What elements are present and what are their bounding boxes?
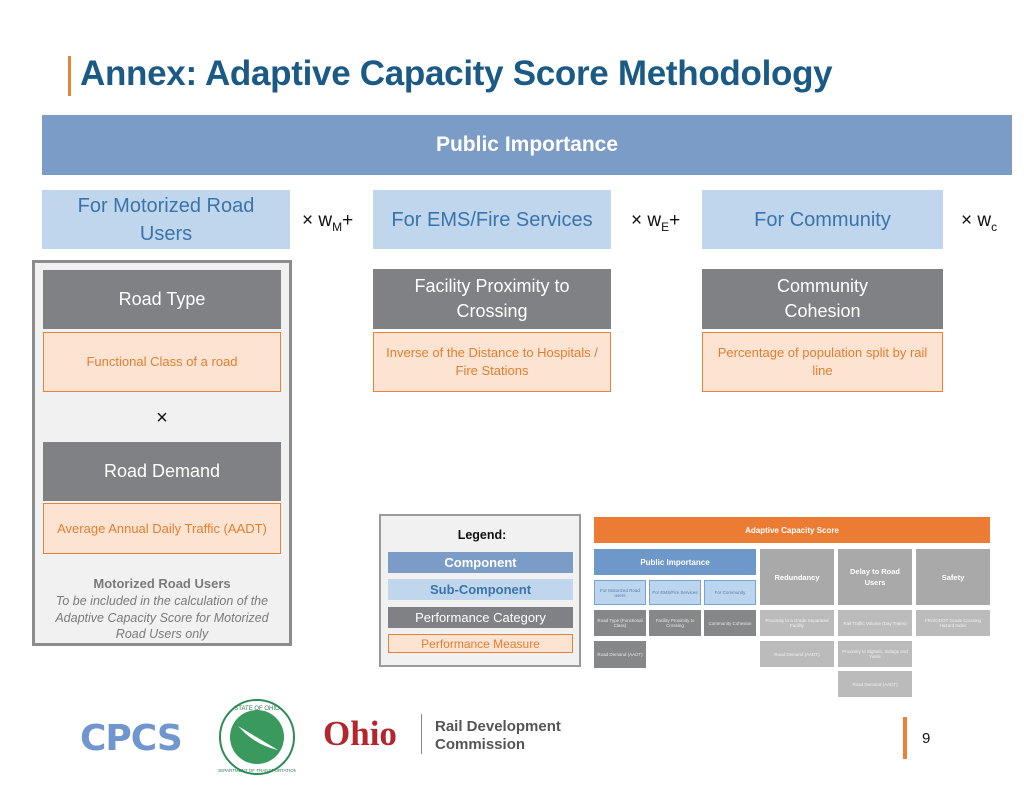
mini-sub-ems: For EMS/Fire Services xyxy=(649,580,701,605)
mini-measure-delay-aadt: Road Demand (AADT) xyxy=(838,671,912,697)
rail-line1: Rail Development xyxy=(435,718,561,735)
legend-performance-measure: Performance Measure xyxy=(388,634,573,653)
mini-score-header: Adaptive Capacity Score xyxy=(594,517,990,543)
legend-component: Component xyxy=(388,552,573,573)
category-road-type: Road Type xyxy=(43,270,281,329)
multiply-operator: × xyxy=(156,407,168,429)
component-public-importance: Public Importance xyxy=(42,115,1012,175)
logo-divider xyxy=(421,714,422,754)
subcomponent-community: For Community xyxy=(702,190,943,249)
rail-line2: Commission xyxy=(435,736,526,753)
mini-measure-redundancy-aadt: Road Demand (AADT) xyxy=(760,641,834,667)
mini-cat-facility: Facility Proximity to Crossing xyxy=(649,610,701,636)
legend-performance-category: Performance Category xyxy=(388,607,573,628)
measure-aadt: Average Annual Daily Traffic (AADT) xyxy=(43,503,281,554)
rail-commission-logo: Rail Development Commission xyxy=(435,718,561,754)
subcomponent-ems: For EMS/Fire Services xyxy=(373,190,611,249)
mini-redundancy: Redundancy xyxy=(760,549,834,605)
mini-sub-community: For Community xyxy=(704,580,756,605)
page-number-bar xyxy=(903,717,907,759)
weight-ems: × wE+ xyxy=(631,210,681,234)
category-facility-proximity: Facility Proximity to Crossing xyxy=(373,269,611,329)
category-road-demand: Road Demand xyxy=(43,442,281,501)
ohio-logo-text: Ohio xyxy=(323,714,397,753)
weight-community: × wc xyxy=(961,210,998,234)
weight-motorized: × wM+ xyxy=(302,210,354,234)
mini-measure-grade-separated: Proximity to a Grade Separated Facility xyxy=(760,610,834,636)
mini-safety: Safety xyxy=(916,549,990,605)
category-community-cohesion: Community Cohesion xyxy=(702,269,943,329)
note-body: To be included in the calculation of the… xyxy=(55,594,269,641)
odot-seal-logo: STATE OF OHIO DEPARTMENT OF TRANSPORTATI… xyxy=(217,698,297,776)
mini-public-importance: Public Importance xyxy=(594,549,756,575)
odot-ring-bottom: DEPARTMENT OF TRANSPORTATION xyxy=(218,768,296,773)
note-title: Motorized Road Users xyxy=(93,576,231,591)
mini-measure-rail-traffic: Rail Traffic Volume (Day Trains) xyxy=(838,610,912,636)
odot-ring-top: STATE OF OHIO xyxy=(234,706,280,712)
page-number: 9 xyxy=(922,730,931,747)
measure-distance-hospitals: Inverse of the Distance to Hospitals / F… xyxy=(373,332,611,392)
mini-cat-road-demand: Road Demand (AADT) xyxy=(594,641,646,668)
legend-title: Legend: xyxy=(457,528,507,542)
mini-delay: Delay to Road Users xyxy=(838,549,912,605)
title-accent-bar xyxy=(68,56,71,96)
subcomponent-motorized: For Motorized Road Users xyxy=(42,190,290,249)
legend-sub-component: Sub-Component xyxy=(388,579,573,600)
mini-cat-cohesion: Community Cohesion xyxy=(704,610,756,636)
mini-measure-hazard-index: FRA/ODOT Grade Crossing Hazard Index xyxy=(916,610,990,636)
mini-sub-motorized: For Motorized Road users xyxy=(594,580,646,605)
measure-population-split: Percentage of population split by rail l… xyxy=(702,332,943,392)
mini-measure-signals: Proximity to Signals, Sidings and Yards xyxy=(838,641,912,667)
measure-functional-class: Functional Class of a road xyxy=(43,332,281,392)
page-title: Annex: Adaptive Capacity Score Methodolo… xyxy=(80,54,833,93)
mini-cat-road-type: Road Type (Functional Class) xyxy=(594,610,646,636)
cpcs-logo: CPCS xyxy=(80,718,183,759)
